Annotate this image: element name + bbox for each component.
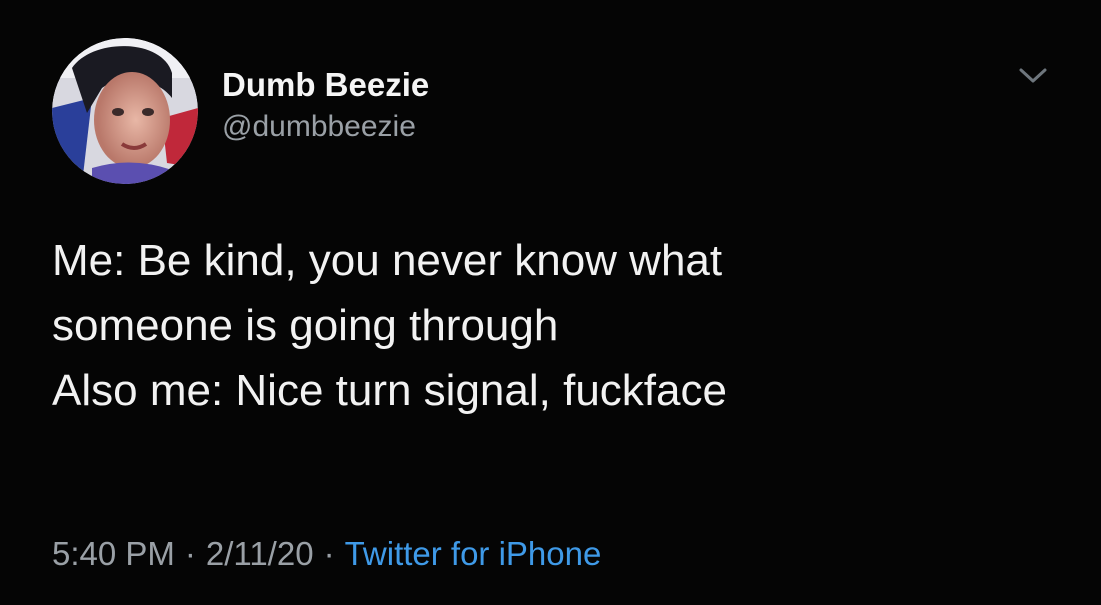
tweet-text-line: someone is going through bbox=[52, 301, 559, 350]
tweet-header: Dumb Beezie @dumbbeezie bbox=[52, 38, 429, 184]
meta-separator: · bbox=[184, 535, 196, 572]
tweet-text: Me: Be kind, you never know what someone… bbox=[52, 228, 1062, 423]
author-names: Dumb Beezie @dumbbeezie bbox=[222, 65, 429, 147]
tweet-text-line: Me: Be kind, you never know what bbox=[52, 236, 723, 285]
tweet-card: Dumb Beezie @dumbbeezie Me: Be kind, you… bbox=[0, 0, 1101, 605]
tweet-time[interactable]: 5:40 PM bbox=[52, 535, 175, 572]
meta-separator: · bbox=[323, 535, 335, 572]
tweet-text-line: Also me: Nice turn signal, fuckface bbox=[52, 366, 727, 415]
tweet-date[interactable]: 2/11/20 bbox=[206, 535, 314, 572]
avatar[interactable] bbox=[52, 38, 198, 184]
chevron-down-icon[interactable] bbox=[1015, 60, 1051, 90]
author-display-name[interactable]: Dumb Beezie bbox=[222, 65, 429, 105]
author-handle[interactable]: @dumbbeezie bbox=[222, 107, 429, 147]
tweet-source-link[interactable]: Twitter for iPhone bbox=[345, 535, 602, 572]
avatar-photo-icon bbox=[52, 38, 198, 184]
tweet-meta: 5:40 PM · 2/11/20 · Twitter for iPhone bbox=[52, 532, 601, 576]
